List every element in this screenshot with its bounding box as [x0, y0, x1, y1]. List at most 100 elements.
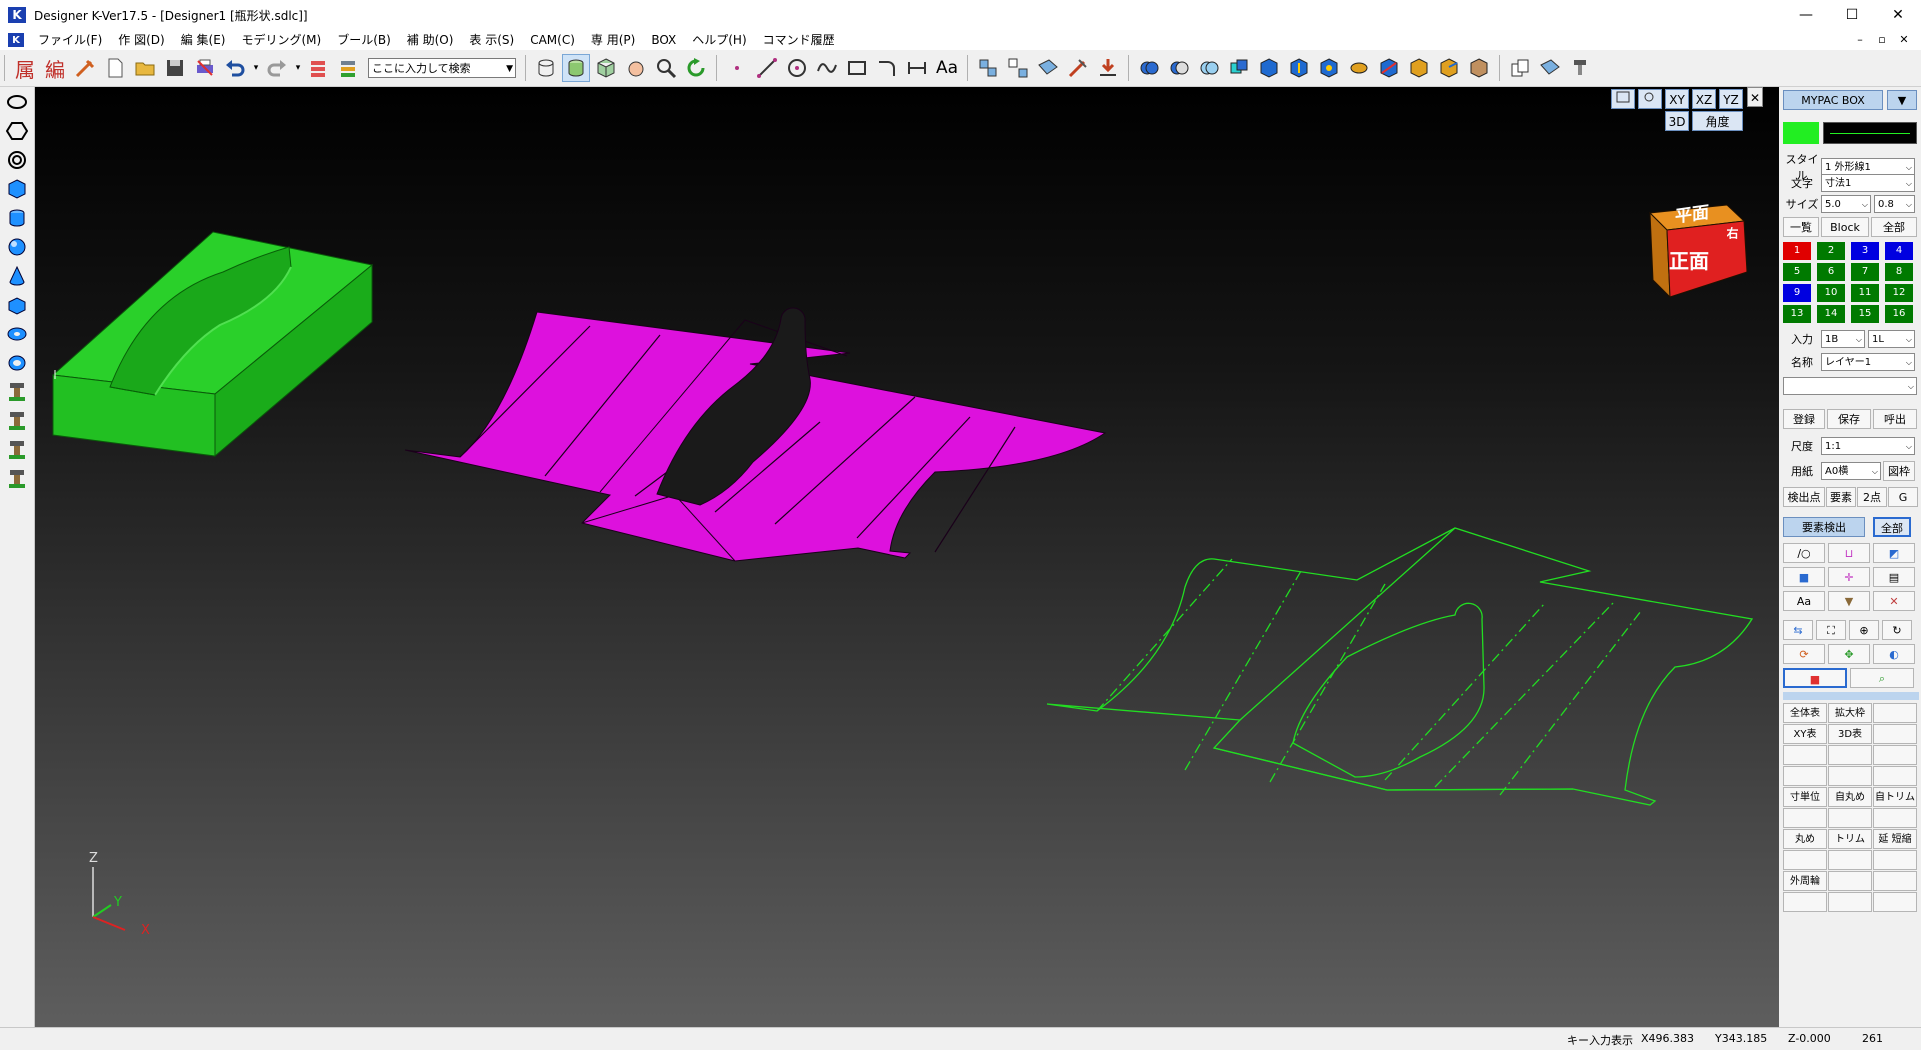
empty-command-slot[interactable] [1873, 703, 1917, 723]
tab-block[interactable]: Block [1821, 217, 1869, 237]
spline-icon[interactable] [813, 54, 841, 82]
frame-button[interactable]: 図枠 [1883, 461, 1915, 481]
layer-list-icon[interactable] [335, 54, 363, 82]
menu-view[interactable]: 表 示(S) [461, 30, 522, 50]
layer-button[interactable]: 12 [1885, 284, 1913, 302]
empty-command-slot[interactable] [1828, 766, 1872, 786]
empty-command-slot[interactable] [1783, 892, 1827, 912]
snap-element-button[interactable]: 要素 [1826, 487, 1856, 507]
mypac-dropdown-icon[interactable]: ▼ [1887, 90, 1917, 110]
render-icon[interactable] [1536, 54, 1564, 82]
layer-button[interactable]: 8 [1885, 263, 1913, 281]
snap-two-point-button[interactable]: 2点 [1857, 487, 1887, 507]
text-aa-button[interactable]: Aa [1783, 591, 1825, 611]
zoom-window-icon[interactable] [1638, 89, 1662, 109]
minimize-button[interactable]: — [1783, 0, 1829, 30]
point-icon[interactable] [723, 54, 751, 82]
command-button[interactable]: 自丸め [1828, 787, 1872, 807]
fit-view-icon[interactable] [1611, 89, 1635, 109]
layer-button[interactable]: 1 [1783, 242, 1811, 260]
spiral-icon[interactable] [2, 146, 32, 174]
shade-icon[interactable]: ◐ [1873, 644, 1915, 664]
new-file-icon[interactable] [101, 54, 129, 82]
mypac-box-button[interactable]: MYPAC BOX [1783, 90, 1883, 110]
redraw-icon[interactable]: ⇆ [1783, 620, 1813, 640]
search-zoom-icon[interactable]: ⌕ [1850, 668, 1914, 688]
line-icon[interactable] [753, 54, 781, 82]
menu-draw[interactable]: 作 図(D) [110, 30, 172, 50]
layer-button[interactable]: 3 [1851, 242, 1879, 260]
layer-button[interactable]: 7 [1851, 263, 1879, 281]
empty-command-slot[interactable] [1873, 724, 1917, 744]
menu-boolean[interactable]: ブール(B) [329, 30, 399, 50]
tool-2-icon[interactable] [2, 407, 32, 435]
view-xz-button[interactable]: XZ [1692, 89, 1716, 109]
fillet-icon[interactable] [873, 54, 901, 82]
copy-view-icon[interactable] [1506, 54, 1534, 82]
solid-block[interactable] [51, 231, 374, 458]
fit-icon[interactable]: ⛶ [1816, 620, 1846, 640]
layer-button[interactable]: 6 [1817, 263, 1845, 281]
layer-name-select[interactable]: レイヤー1 ⌵ [1821, 353, 1915, 371]
empty-command-slot[interactable] [1873, 766, 1917, 786]
model-canvas[interactable] [35, 87, 1779, 1027]
menu-cam[interactable]: CAM(C) [522, 30, 583, 50]
empty-command-slot[interactable] [1828, 892, 1872, 912]
cone-icon[interactable] [2, 262, 32, 290]
pipe-icon[interactable] [2, 349, 32, 377]
tab-list[interactable]: 一覧 [1783, 217, 1819, 237]
loft-icon[interactable] [1345, 54, 1373, 82]
solid-subtract-icon[interactable] [1165, 54, 1193, 82]
zoom-icon[interactable] [652, 54, 680, 82]
cam-icon[interactable]: ▼ [1828, 591, 1870, 611]
circle-icon[interactable] [783, 54, 811, 82]
command-button[interactable]: 全体表 [1783, 703, 1827, 723]
chamfer-solid-icon[interactable] [1435, 54, 1463, 82]
color-box-icon[interactable]: ■ [1783, 668, 1847, 688]
input-layer-select[interactable]: 1B ⌵ [1821, 330, 1865, 348]
undo-icon[interactable] [221, 54, 249, 82]
maximize-button[interactable]: ☐ [1829, 0, 1875, 30]
command-button[interactable]: XY表 [1783, 724, 1827, 744]
ellipse-icon[interactable] [2, 88, 32, 116]
menu-modeling[interactable]: モデリング(M) [233, 30, 329, 50]
cube-wire-icon[interactable] [592, 54, 620, 82]
empty-command-slot[interactable] [1873, 808, 1917, 828]
view-xy-button[interactable]: XY [1665, 89, 1689, 109]
import-icon[interactable] [1094, 54, 1122, 82]
edit-button[interactable]: 編 [41, 54, 69, 82]
text-tool-button[interactable]: Aa [933, 54, 961, 82]
layer-button[interactable]: 9 [1783, 284, 1811, 302]
cam-tool-icon[interactable] [1566, 54, 1594, 82]
empty-command-slot[interactable] [1783, 766, 1827, 786]
pan-icon[interactable]: ✥ [1828, 644, 1870, 664]
empty-command-slot[interactable] [1783, 808, 1827, 828]
tab-all[interactable]: 全部 [1871, 217, 1917, 237]
rotate-view-icon[interactable]: ↻ [1882, 620, 1912, 640]
save-layer-button[interactable]: 保存 [1827, 409, 1871, 429]
pocket-icon[interactable]: ⊔ [1828, 543, 1870, 563]
print-icon[interactable] [191, 54, 219, 82]
command-button[interactable]: 延 短縮 [1873, 829, 1917, 849]
hand-pan-icon[interactable] [622, 54, 650, 82]
layer-stack-icon[interactable] [305, 54, 333, 82]
size-ratio-select[interactable]: 0.8 ⌵ [1874, 195, 1915, 213]
view-yz-button[interactable]: YZ [1719, 89, 1743, 109]
layer-button[interactable]: 4 [1885, 242, 1913, 260]
erase-icon[interactable]: ✕ [1873, 591, 1915, 611]
viewport-close-button[interactable]: ✕ [1747, 87, 1763, 107]
blank-select[interactable]: ⌵ [1783, 377, 1917, 395]
3d-viewport[interactable]: Z Y X 平面 正面 右側 XY XZ YZ ✕ 3D 角度 [35, 87, 1779, 1027]
menu-file[interactable]: ファイル(F) [30, 30, 110, 50]
line-circle-icon[interactable]: ∕○ [1783, 543, 1825, 563]
offset-solid-icon[interactable] [1465, 54, 1493, 82]
cut-icon[interactable] [1064, 54, 1092, 82]
surface-development[interactable] [404, 307, 1107, 562]
redo-icon[interactable] [263, 54, 291, 82]
snap-point-button[interactable]: 検出点 [1783, 487, 1825, 507]
brush-icon[interactable] [71, 54, 99, 82]
empty-command-slot[interactable] [1873, 745, 1917, 765]
solid-combine-icon[interactable] [1225, 54, 1253, 82]
hexagon-icon[interactable] [2, 117, 32, 145]
tool-4-icon[interactable] [2, 465, 32, 493]
